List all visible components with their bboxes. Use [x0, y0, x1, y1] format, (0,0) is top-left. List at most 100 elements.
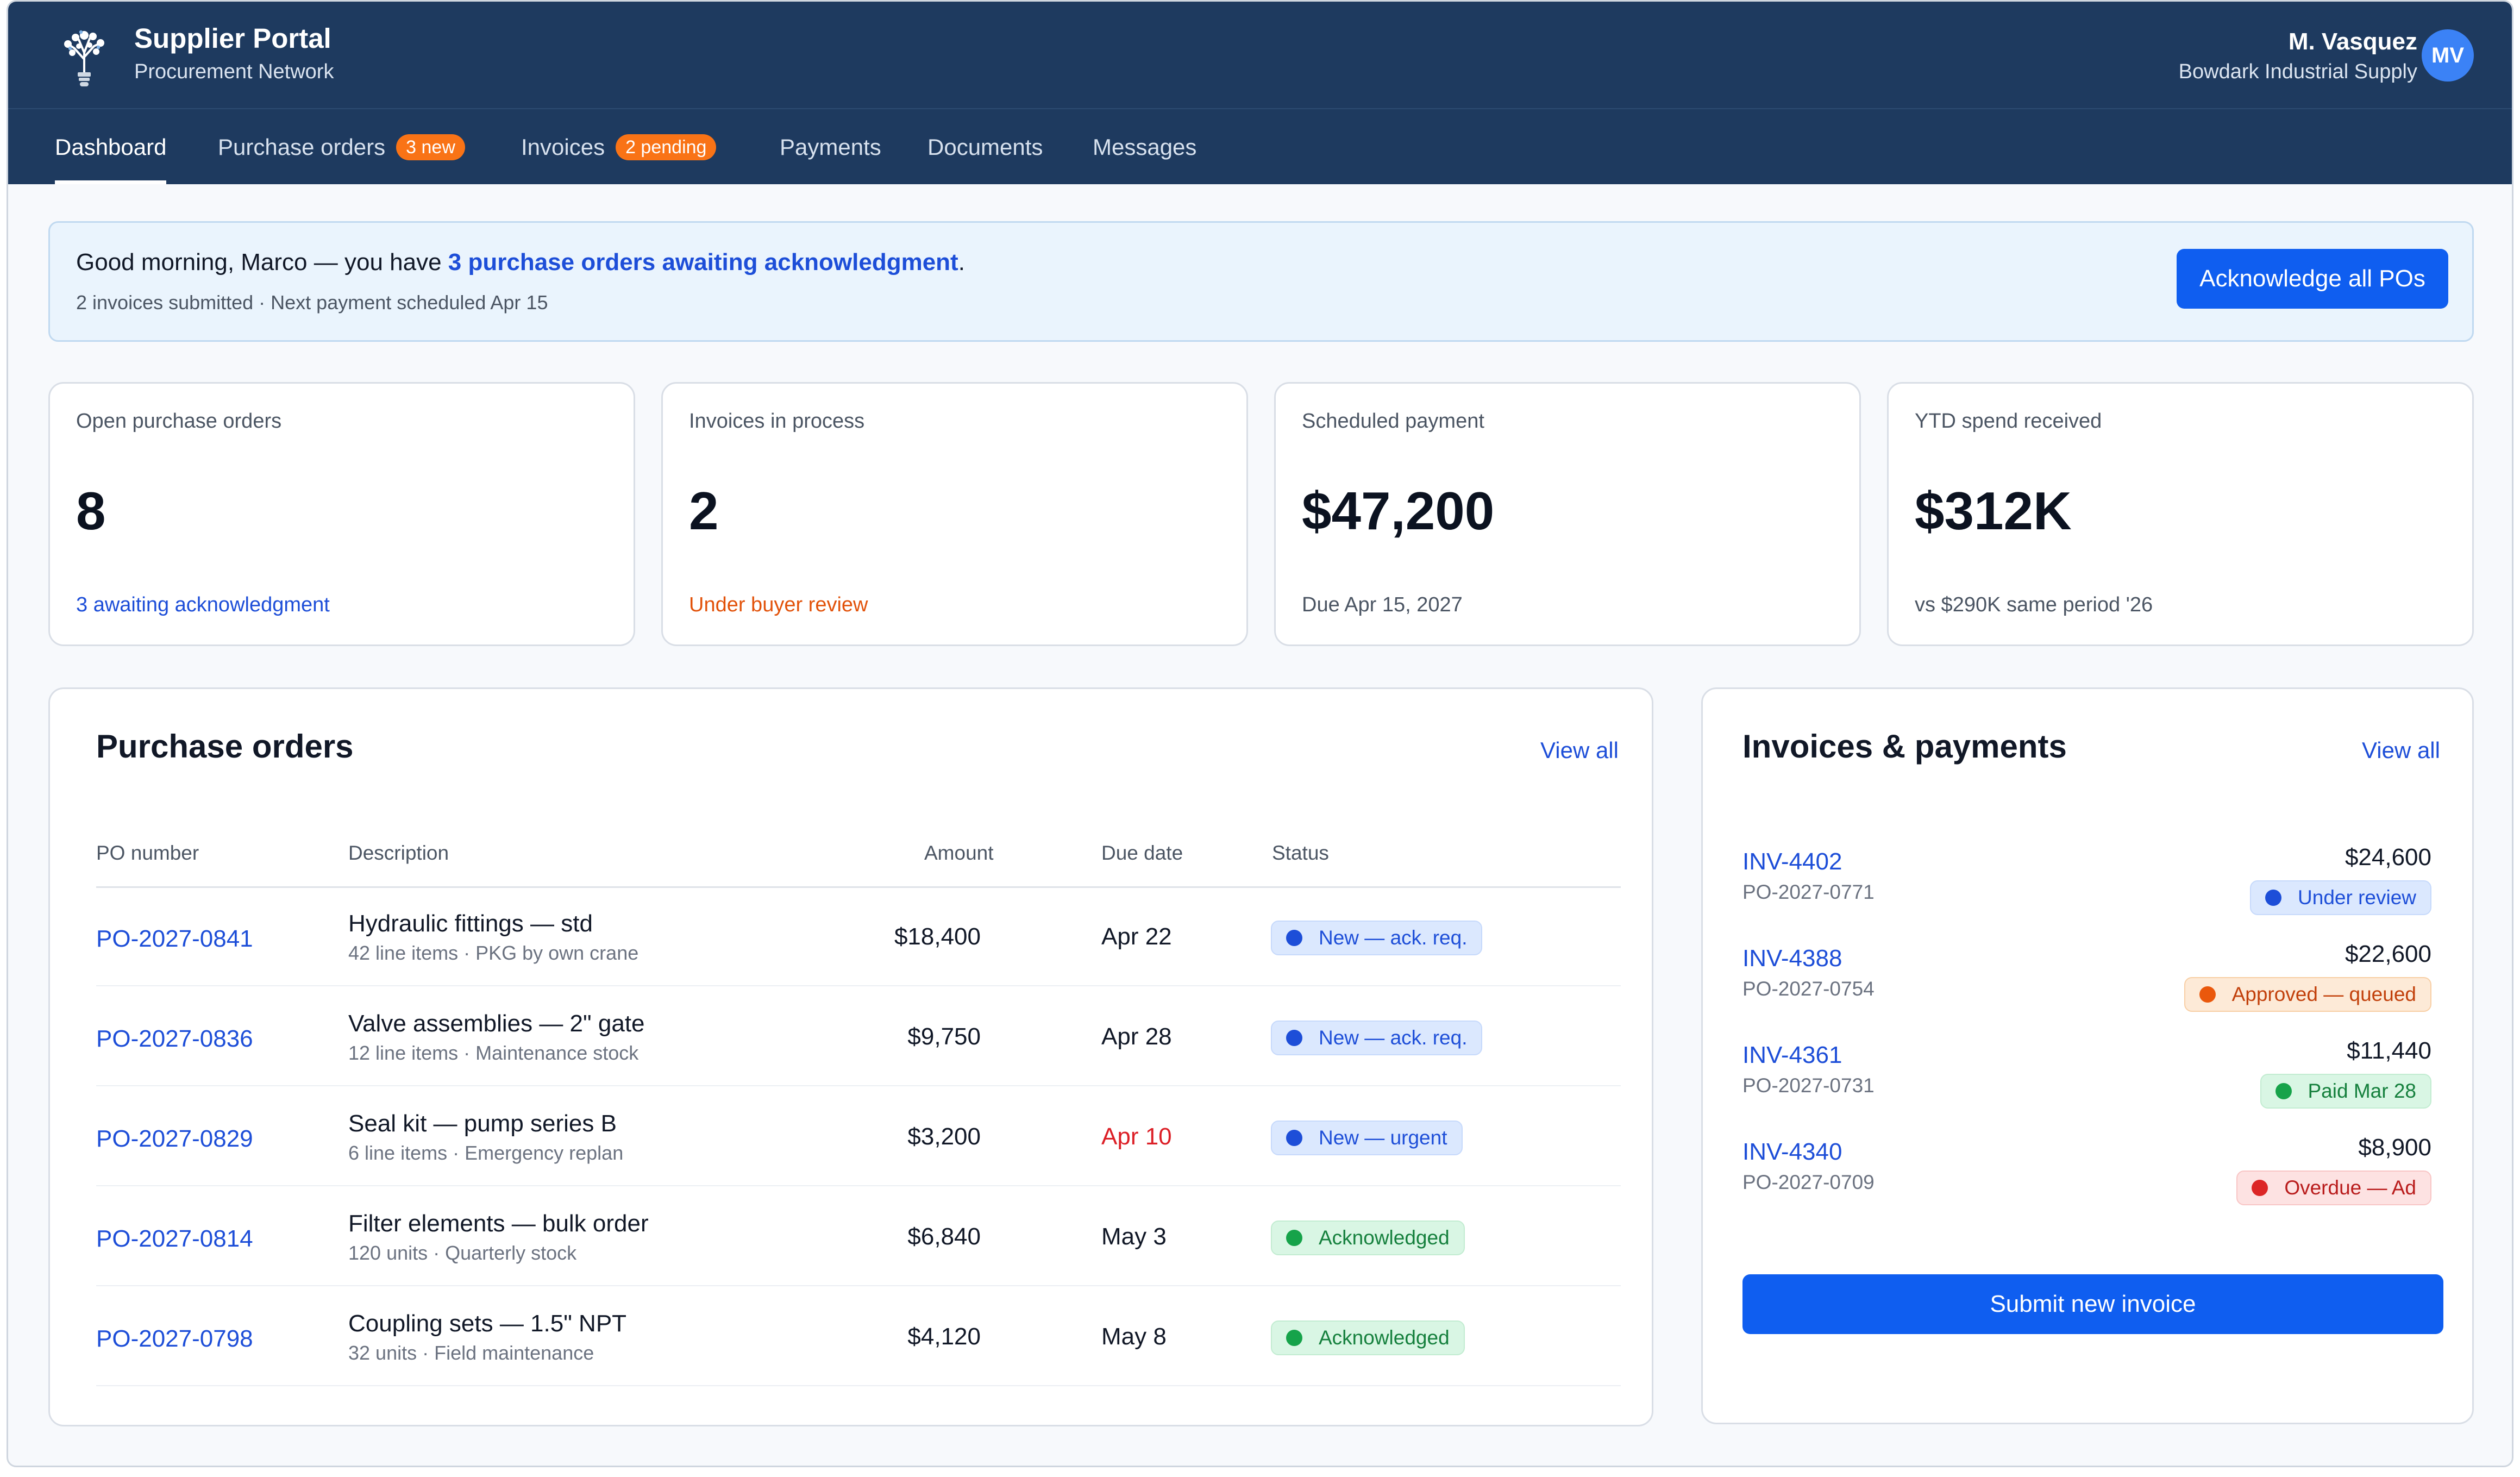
po-amount: $9,750: [907, 1023, 981, 1050]
po-amount: $3,200: [907, 1123, 981, 1150]
col-amount[interactable]: Amount: [924, 842, 994, 865]
invoices-view-all-link[interactable]: View all: [2362, 737, 2440, 763]
invoice-number-link[interactable]: INV-4361: [1742, 1042, 1842, 1069]
tab-invoices[interactable]: Invoices 2 pending: [521, 110, 717, 184]
submit-invoice-button[interactable]: Submit new invoice: [1742, 1274, 2443, 1334]
tab-label: Messages: [1093, 134, 1197, 160]
greeting: Good morning, Marco — you have: [76, 249, 448, 276]
invoice-number-link[interactable]: INV-4388: [1742, 945, 1842, 972]
new-count-badge: 3 new: [396, 134, 465, 160]
stat-card-open-pos: Open purchase orders 8 3 awaiting acknow…: [48, 382, 635, 646]
status-dot-icon: [1286, 1330, 1302, 1346]
status-label: Under review: [2298, 886, 2416, 909]
status-label: Acknowledged: [1319, 1226, 1450, 1249]
invoice-po-ref: PO-2027-0771: [1742, 881, 1875, 903]
po-due-date: Apr 22: [1101, 923, 1172, 950]
table-header-divider: [96, 886, 1621, 888]
invoice-number-link[interactable]: INV-4340: [1742, 1138, 1842, 1166]
po-description: Filter elements — bulk order: [348, 1210, 649, 1237]
po-description: Coupling sets — 1.5" NPT: [348, 1310, 627, 1337]
col-description[interactable]: Description: [348, 842, 449, 865]
status-badge: New — ack. req.: [1271, 921, 1483, 955]
row-divider: [96, 1285, 1621, 1286]
col-due-date[interactable]: Due date: [1101, 842, 1183, 865]
status-badge: New — urgent: [1271, 1121, 1463, 1155]
row-divider: [96, 1085, 1621, 1086]
pending-count-badge: 2 pending: [616, 134, 717, 160]
nav-divider: [8, 108, 2512, 109]
status-badge: Acknowledged: [1271, 1320, 1465, 1355]
invoice-po-ref: PO-2027-0709: [1742, 1171, 1875, 1193]
col-status[interactable]: Status: [1272, 842, 1329, 865]
po-amount: $6,840: [907, 1223, 981, 1250]
stat-note[interactable]: 3 awaiting acknowledgment: [76, 593, 330, 617]
po-detail: 6 line items · Emergency replan: [348, 1142, 624, 1164]
stat-value: 8: [76, 481, 106, 541]
po-due-date-overdue: Apr 10: [1101, 1123, 1172, 1150]
po-number-link[interactable]: PO-2027-0798: [96, 1325, 253, 1353]
stat-card-ytd-spend: YTD spend received $312K vs $290K same p…: [1887, 382, 2474, 646]
user-name: M. Vasquez: [2288, 28, 2417, 55]
brand: Supplier Portal Procurement Network: [57, 21, 334, 90]
invoice-number-link[interactable]: INV-4402: [1742, 848, 1842, 875]
stat-label: Scheduled payment: [1302, 410, 1484, 433]
status-dot-icon: [2199, 986, 2216, 1003]
top-bar: Supplier Portal Procurement Network M. V…: [8, 2, 2512, 184]
invoice-amount: $11,440: [2347, 1037, 2431, 1064]
awaiting-ack-link[interactable]: 3 purchase orders awaiting acknowledgmen…: [448, 249, 958, 276]
po-amount: $4,120: [907, 1323, 981, 1350]
status-dot-icon: [2275, 1083, 2292, 1099]
app-subtitle: Procurement Network: [134, 60, 334, 83]
invoice-amount: $22,600: [2345, 941, 2431, 967]
po-amount: $18,400: [894, 923, 981, 950]
acknowledge-all-button[interactable]: Acknowledge all POs: [2177, 249, 2448, 309]
tab-purchase-orders[interactable]: Purchase orders 3 new: [218, 110, 465, 184]
po-detail: 12 line items · Maintenance stock: [348, 1042, 639, 1064]
stat-value: 2: [689, 481, 719, 541]
po-detail: 42 line items · PKG by own crane: [348, 942, 639, 964]
stat-value: $47,200: [1302, 481, 1495, 541]
stat-card-scheduled-payment: Scheduled payment $47,200 Due Apr 15, 20…: [1274, 382, 1861, 646]
po-number-link[interactable]: PO-2027-0836: [96, 1025, 253, 1053]
tab-dashboard[interactable]: Dashboard: [55, 110, 167, 184]
po-detail: 32 units · Field maintenance: [348, 1342, 594, 1364]
purchase-orders-title: Purchase orders: [96, 728, 354, 765]
po-due-date: May 3: [1101, 1223, 1167, 1250]
po-number-link[interactable]: PO-2027-0829: [96, 1125, 253, 1153]
user-menu[interactable]: M. Vasquez Bowdark Industrial Supply MV: [2179, 26, 2474, 85]
po-number-link[interactable]: PO-2027-0841: [96, 925, 253, 953]
po-view-all-link[interactable]: View all: [1540, 737, 1619, 763]
po-detail: 120 units · Quarterly stock: [348, 1242, 577, 1264]
user-company: Bowdark Industrial Supply: [2178, 60, 2417, 83]
status-badge: New — ack. req.: [1271, 1021, 1483, 1055]
po-due-date: Apr 28: [1101, 1023, 1172, 1050]
app-title: Supplier Portal: [134, 23, 331, 54]
tab-documents[interactable]: Documents: [927, 110, 1043, 184]
invoice-status-badge: Paid Mar 28: [2260, 1074, 2431, 1109]
tab-messages[interactable]: Messages: [1093, 110, 1196, 184]
po-due-date: May 8: [1101, 1323, 1167, 1350]
invoice-amount: $8,900: [2358, 1134, 2431, 1161]
tab-payments[interactable]: Payments: [780, 110, 881, 184]
status-dot-icon: [2252, 1180, 2268, 1196]
row-divider: [96, 1385, 1621, 1386]
status-label: Paid Mar 28: [2308, 1080, 2417, 1102]
tab-label: Invoices: [521, 134, 605, 160]
stat-note: vs $290K same period '26: [1915, 593, 2153, 616]
invoice-po-ref: PO-2027-0754: [1742, 978, 1875, 1000]
col-po-number[interactable]: PO number: [96, 842, 199, 865]
purchase-orders-panel: [48, 687, 1653, 1426]
stat-note: Under buyer review: [689, 593, 868, 616]
po-description: Hydraulic fittings — std: [348, 910, 593, 937]
stat-label: Invoices in process: [689, 410, 865, 433]
stat-label: YTD spend received: [1915, 410, 2102, 433]
avatar[interactable]: MV: [2422, 29, 2474, 82]
status-label: New — ack. req.: [1319, 1027, 1468, 1049]
status-label: New — ack. req.: [1319, 927, 1468, 949]
app-window: Supplier Portal Procurement Network M. V…: [7, 0, 2513, 1467]
status-dot-icon: [1286, 1230, 1302, 1246]
po-number-link[interactable]: PO-2027-0814: [96, 1225, 253, 1253]
row-divider: [96, 985, 1621, 986]
status-dot-icon: [2265, 890, 2282, 906]
status-label: Acknowledged: [1319, 1326, 1450, 1349]
